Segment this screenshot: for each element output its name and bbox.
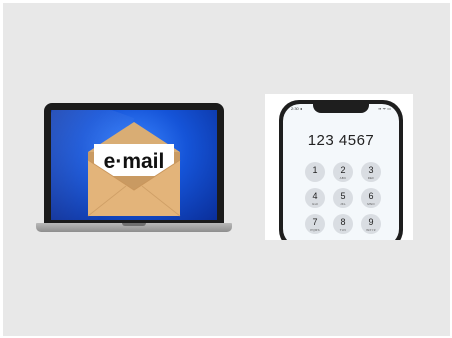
- key-digit: 8: [340, 217, 346, 227]
- key-letters: JKL: [340, 202, 346, 206]
- key-digit: 3: [368, 165, 374, 175]
- key-letters: PQRS: [310, 228, 320, 232]
- phone-screen: 2:30 ◂ ▪▪ ᯤ ▭ 123 4567 1 2 ABC 3 DEF 4 GHI …: [283, 104, 399, 240]
- laptop-screen: e·mail: [51, 110, 217, 220]
- key-letters: TUV: [339, 228, 347, 232]
- key-letters: MNO: [367, 202, 375, 206]
- key-letters: WXYZ: [366, 228, 376, 232]
- phone-clip: 2:30 ◂ ▪▪ ᯤ ▭ 123 4567 1 2 ABC 3 DEF 4 GHI …: [265, 94, 413, 240]
- dialed-number: 123 4567: [307, 132, 375, 149]
- laptop-notch: [122, 223, 146, 226]
- key-3[interactable]: 3 DEF: [361, 162, 381, 182]
- envelope-email-text: e·mail: [104, 150, 165, 173]
- key-9[interactable]: 9 WXYZ: [361, 214, 381, 234]
- key-2[interactable]: 2 ABC: [333, 162, 353, 182]
- illustration-canvas: e·mail 2:30 ◂ ▪▪ ᯤ ▭ 123 4567 1 2 ABC 3 DE…: [3, 3, 450, 336]
- key-letters: DEF: [367, 176, 375, 180]
- key-1[interactable]: 1: [305, 162, 325, 182]
- laptop-illustration: e·mail: [36, 103, 232, 239]
- key-5[interactable]: 5 JKL: [333, 188, 353, 208]
- key-digit: 7: [312, 217, 318, 227]
- key-digit: 6: [368, 191, 374, 201]
- key-7[interactable]: 7 PQRS: [305, 214, 325, 234]
- phone-notch: [313, 104, 369, 113]
- key-6[interactable]: 6 MNO: [361, 188, 381, 208]
- key-8[interactable]: 8 TUV: [333, 214, 353, 234]
- key-digit: 1: [312, 165, 318, 175]
- laptop-lid: e·mail: [44, 103, 224, 223]
- key-digit: 5: [340, 191, 346, 201]
- key-4[interactable]: 4 GHI: [305, 188, 325, 208]
- key-letters: ABC: [339, 176, 347, 180]
- phone-panel: 2:30 ◂ ▪▪ ᯤ ▭ 123 4567 1 2 ABC 3 DEF 4 GHI …: [265, 94, 413, 240]
- email-envelope-icon: e·mail: [87, 122, 181, 217]
- key-digit: 4: [312, 191, 318, 201]
- key-digit: 2: [340, 165, 346, 175]
- key-letters: GHI: [312, 202, 318, 206]
- key-digit: 9: [368, 217, 374, 227]
- status-time: 2:30 ◂: [291, 106, 302, 111]
- status-icons: ▪▪ ᯤ ▭: [378, 106, 392, 111]
- smartphone-illustration: 2:30 ◂ ▪▪ ᯤ ▭ 123 4567 1 2 ABC 3 DEF 4 GHI …: [279, 100, 403, 240]
